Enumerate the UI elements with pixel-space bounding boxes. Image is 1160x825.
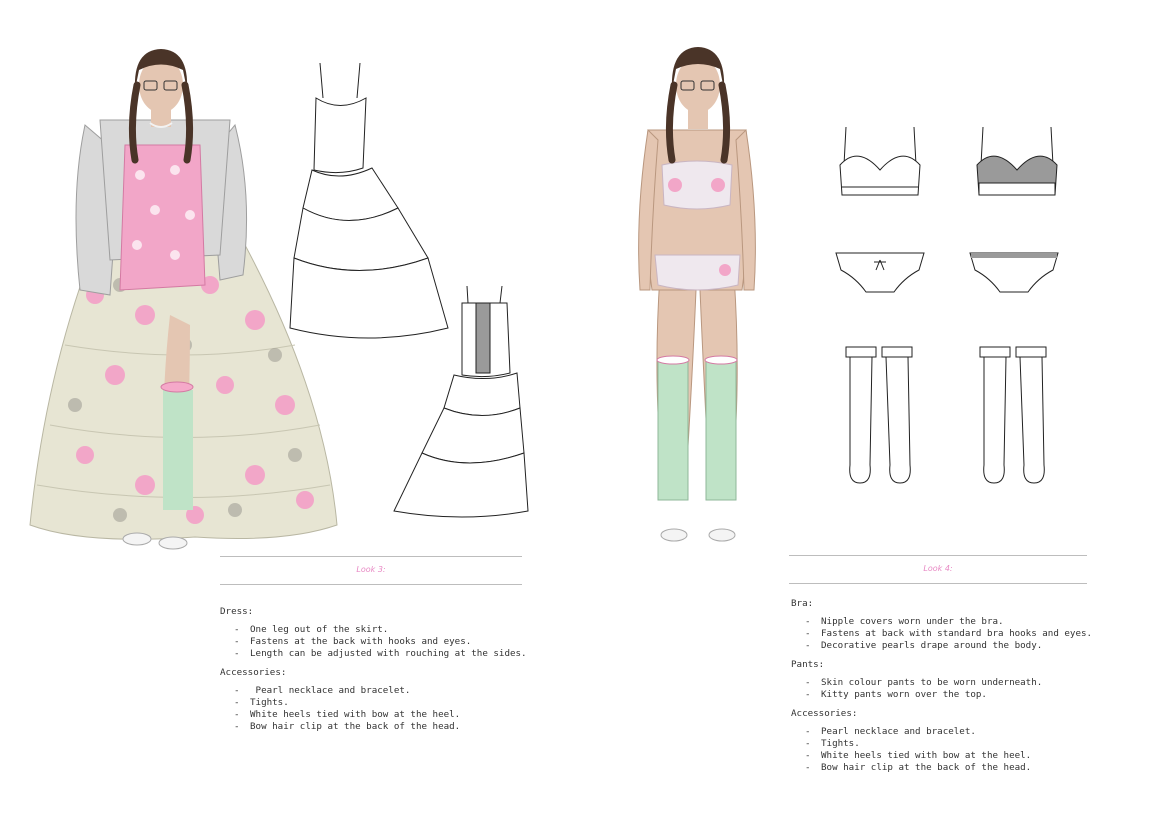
look-4-figure-illustration: [638, 47, 756, 542]
list-item: - Decorative pearls drape around the body…: [805, 640, 1043, 651]
look-4-bra-heading: Bra:: [791, 598, 814, 609]
list-item: - Kitty pants worn over the top.: [805, 689, 987, 700]
look-4-bra-flat-back: [976, 126, 1058, 196]
look-4-pants-flat-front: [835, 252, 925, 293]
list-item: - One leg out of the skirt.: [234, 624, 389, 635]
list-item: - Skin colour pants to be worn underneath…: [805, 677, 1043, 688]
list-item: - White heels tied with bow at the heel.: [234, 709, 461, 720]
list-item: - Length can be adjusted with rouching at…: [234, 648, 527, 659]
look-4-title: Look 4:: [923, 564, 953, 573]
look-4-top-rule: [789, 555, 1087, 556]
look-4-socks-flat-back: [979, 346, 1047, 484]
look-4-notes: Bra: - Nipple covers worn under the bra. …: [791, 598, 1151, 781]
list-item: - Bow hair clip at the back of the head.: [234, 721, 461, 732]
look-4-pants-heading: Pants:: [791, 659, 825, 670]
look-3-notes: Dress: - One leg out of the skirt. - Faste…: [220, 606, 560, 740]
look-4-pants-list: - Skin colour pants to be worn underneath…: [791, 677, 1151, 701]
list-item: - Pearl necklace and bracelet.: [234, 685, 411, 696]
look-4-bra-list: - Nipple covers worn under the bra. - Fast…: [791, 616, 1151, 652]
look-3-bottom-rule: [220, 584, 522, 585]
look-4-socks-flat-front: [845, 346, 913, 484]
list-item: - Tights.: [234, 697, 289, 708]
look-3-dress-heading: Dress:: [220, 606, 254, 617]
look-3-title: Look 3:: [356, 565, 386, 574]
list-item: - Nipple covers worn under the bra.: [805, 616, 1004, 627]
list-item: - Pearl necklace and bracelet.: [805, 726, 976, 737]
look-4-accessories-list: - Pearl necklace and bracelet. - Tights. -…: [791, 726, 1151, 774]
list-item: - Bow hair clip at the back of the head.: [805, 762, 1032, 773]
look-4-pants-flat-back: [969, 252, 1059, 293]
look-4-accessories-heading: Accessories:: [791, 708, 858, 719]
look-3-top-rule: [220, 556, 522, 557]
list-item: - Fastens at back with standard bra hooks…: [805, 628, 1093, 639]
look-3-dress-flat-back: [393, 285, 529, 518]
list-item: - Tights.: [805, 738, 860, 749]
look-3-accessories-list: - Pearl necklace and bracelet. - Tights. …: [220, 685, 560, 733]
look-4-bra-flat-front: [839, 126, 921, 196]
look-3-dress-list: - One leg out of the skirt. - Fastens at t…: [220, 624, 560, 660]
look-3-accessories-heading: Accessories:: [220, 667, 287, 678]
look-4-bottom-rule: [789, 583, 1087, 584]
list-item: - White heels tied with bow at the heel.: [805, 750, 1032, 761]
list-item: - Fastens at the back with hooks and eyes…: [234, 636, 472, 647]
